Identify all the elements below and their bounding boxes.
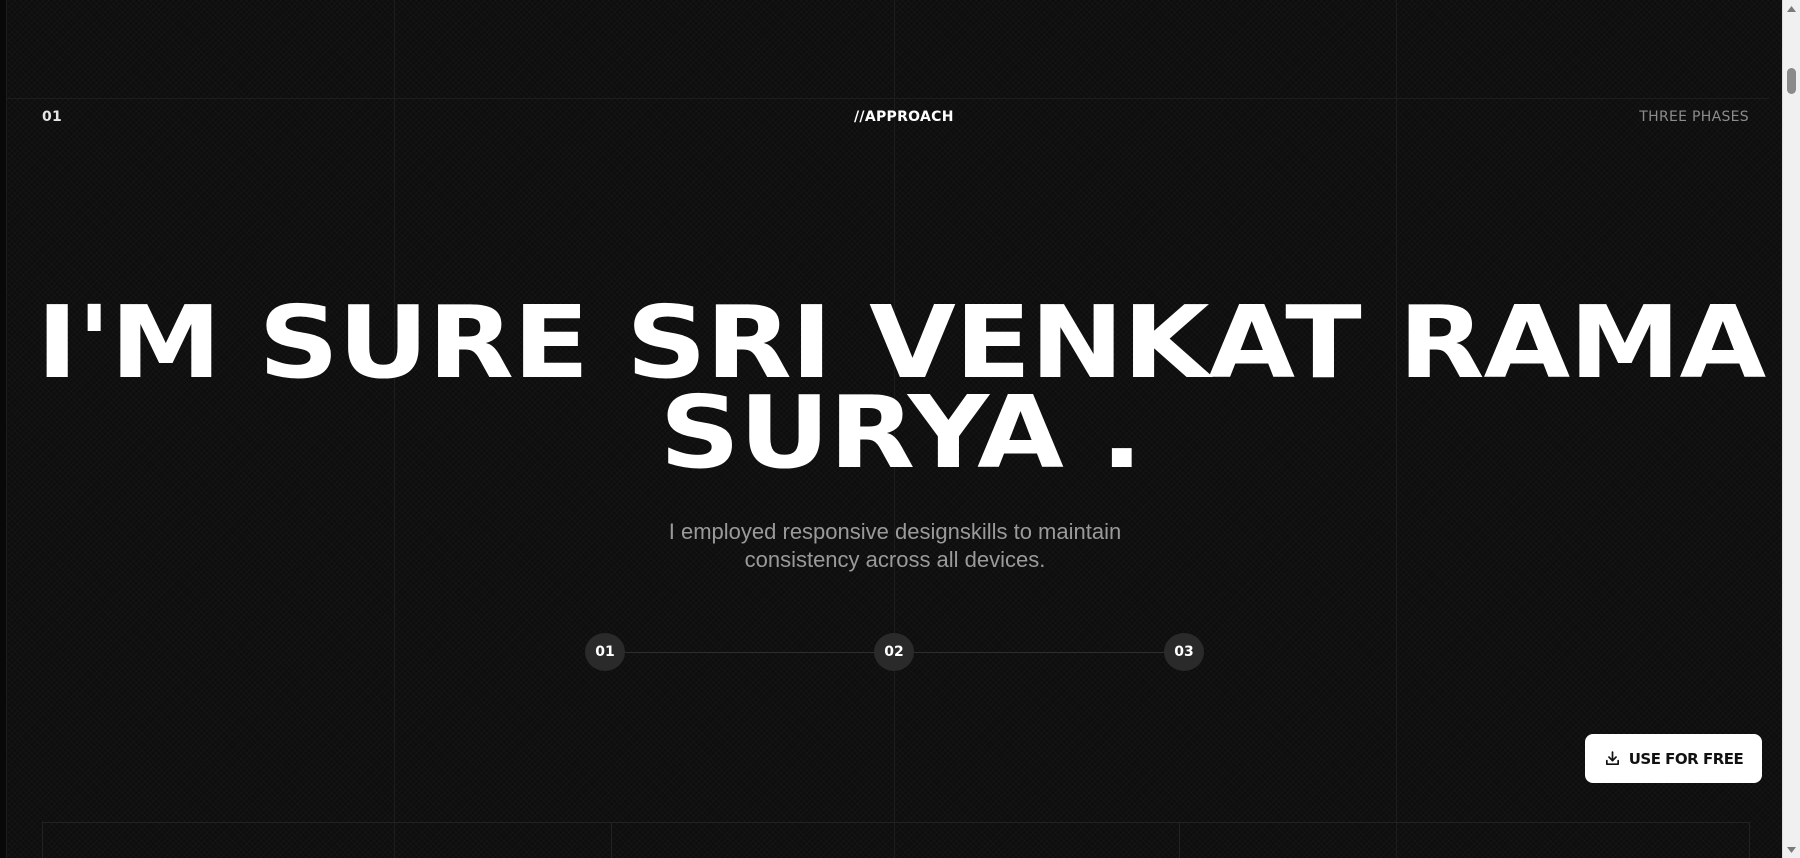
grid-line-horizontal: [6, 98, 1769, 99]
scroll-down-arrow-icon[interactable]: [1783, 841, 1800, 858]
use-for-free-button[interactable]: USE FOR FREE: [1585, 734, 1762, 783]
phase-step-03[interactable]: 03: [1164, 633, 1204, 671]
section-label: //APPROACH: [854, 109, 954, 125]
scrollbar-thumb[interactable]: [1787, 68, 1796, 94]
phase-step-01[interactable]: 01: [585, 633, 625, 671]
next-section-divider: [611, 822, 612, 858]
use-for-free-label: USE FOR FREE: [1628, 749, 1744, 768]
hero-headline-line-2: SURYA .: [659, 374, 1143, 491]
scroll-up-arrow-icon[interactable]: [1783, 0, 1800, 17]
hero-headline: I'M SURE SRI VENKAT RAMA SURYA .: [0, 293, 1800, 483]
hero-subtext: I employed responsive designskills to ma…: [668, 519, 1122, 572]
vertical-scrollbar[interactable]: [1782, 0, 1800, 858]
section-meta: THREE PHASES: [1639, 109, 1749, 125]
section-number: 01: [42, 109, 63, 125]
phase-step-02[interactable]: 02: [874, 633, 914, 671]
page-viewport: 01 //APPROACH THREE PHASES I'M SURE SRI …: [0, 0, 1800, 858]
next-section-divider: [1179, 822, 1180, 858]
next-section-frame: [42, 822, 1750, 858]
download-icon: [1604, 750, 1621, 767]
